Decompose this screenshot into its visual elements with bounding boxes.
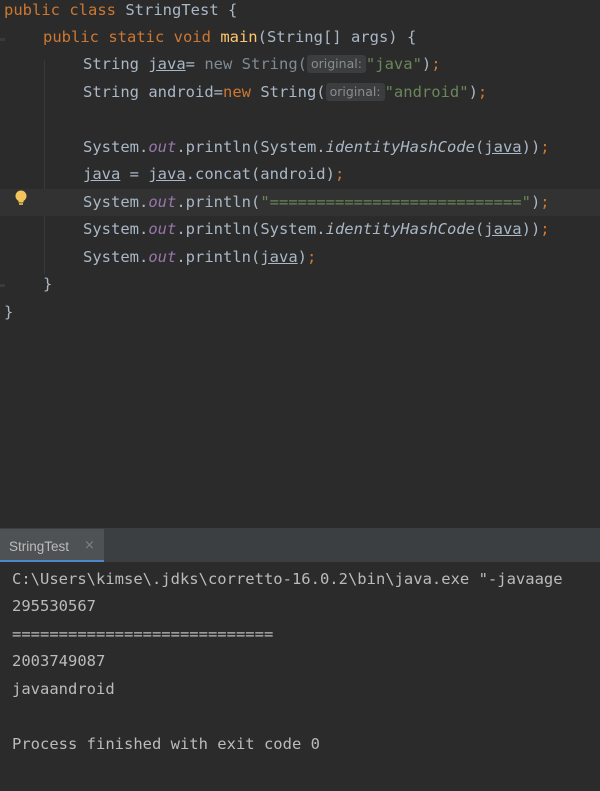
code-line-println-hash2[interactable]: System.out.println(System.identityHashCo… <box>0 216 600 243</box>
system-class: System. <box>83 220 149 238</box>
console-line-output: 295530567 <box>12 597 96 615</box>
field-out: out <box>148 138 177 156</box>
field-out: out <box>148 220 177 238</box>
keyword-new: new <box>222 83 261 101</box>
keyword-new: new <box>204 55 242 73</box>
code-line-class-declaration[interactable]: public class StringTest { <box>0 0 600 24</box>
code-line-println-hash1[interactable]: System.out.println(System.identityHashCo… <box>0 134 600 161</box>
constructor-call: String( <box>260 83 326 101</box>
console-line-output: javaandroid <box>12 680 115 698</box>
field-out: out <box>148 248 177 266</box>
println-call: .println( <box>176 248 261 266</box>
console-line-command: C:\Users\kimse\.jdks\corretto-16.0.2\bin… <box>12 570 563 588</box>
run-tool-window: StringTest × C:\Users\kimse\.jdks\corret… <box>0 528 600 791</box>
paren-open: ( <box>474 138 485 156</box>
close-icon[interactable]: × <box>84 538 95 553</box>
field-out: out <box>148 193 177 211</box>
code-line-close-class[interactable]: } <box>0 299 600 326</box>
system-class: System. <box>83 248 149 266</box>
method-identityhashcode: identityHashCode <box>325 138 475 156</box>
keyword-class: class <box>69 1 126 19</box>
semicolon: ; <box>334 165 345 183</box>
variable-java: java <box>484 138 522 156</box>
paren-open: ( <box>474 220 485 238</box>
code-line-close-method[interactable]: } <box>0 271 600 298</box>
brace-close: } <box>43 275 53 293</box>
code-line-concat[interactable]: java = java.concat(android); <box>0 161 600 188</box>
code-line-java-declaration[interactable]: String java= new String(original: "java")… <box>0 51 600 78</box>
paren-close: )); <box>521 138 550 156</box>
assign-op: = <box>120 165 149 183</box>
parameter-hint: original: <box>325 83 385 101</box>
method-modifiers: public static void <box>43 28 221 46</box>
system-class: System. <box>83 138 149 156</box>
paren-close: ); <box>297 248 317 266</box>
method-name: main <box>220 28 258 46</box>
variable-java: java <box>148 165 186 183</box>
tab-label: StringTest <box>9 539 70 554</box>
variable-java: java <box>148 55 186 73</box>
type-string-android: String android= <box>83 83 223 101</box>
console-line-output: ============================ <box>12 625 274 643</box>
string-literal: "java" <box>365 55 422 73</box>
type-string: String <box>83 55 149 73</box>
println-call: .println(System. <box>176 220 326 238</box>
variable-java: java <box>484 220 522 238</box>
code-line-println-separator[interactable]: System.out.println("====================… <box>0 189 600 216</box>
println-call: .println(System. <box>176 138 326 156</box>
paren-close: ); <box>530 193 550 211</box>
variable-java: java <box>260 248 298 266</box>
code-line-method-declaration[interactable]: public static void main(String[] args) { <box>0 24 600 51</box>
lightbulb-icon[interactable] <box>14 190 28 206</box>
method-identityhashcode: identityHashCode <box>325 220 475 238</box>
class-name: StringTest { <box>125 1 238 19</box>
tab-stringtest[interactable]: StringTest × <box>0 529 104 562</box>
concat-call: .concat(android) <box>185 165 335 183</box>
console-line-exit-status: Process finished with exit code 0 <box>12 735 320 753</box>
paren-close: ); <box>468 83 488 101</box>
method-params: (String[] args) { <box>257 28 417 46</box>
string-literal: "===========================" <box>260 193 531 211</box>
paren-close: )); <box>521 220 550 238</box>
paren-close: ); <box>421 55 441 73</box>
system-class: System. <box>83 193 149 211</box>
constructor-call: String( <box>241 55 307 73</box>
println-call: .println( <box>176 193 261 211</box>
code-line-println-java[interactable]: System.out.println(java); <box>0 244 600 271</box>
brace-close: } <box>4 303 14 321</box>
run-tab-bar: StringTest × <box>0 529 600 562</box>
code-line-android-declaration[interactable]: String android=new String(original: "andr… <box>0 79 600 106</box>
string-literal: "android" <box>384 83 469 101</box>
code-editor[interactable]: public class StringTest { public static … <box>0 0 600 528</box>
assign-op: = <box>185 55 205 73</box>
parameter-hint: original: <box>306 55 366 73</box>
keyword-public: public <box>4 1 70 19</box>
console-line-output: 2003749087 <box>12 652 106 670</box>
variable-java: java <box>83 165 121 183</box>
